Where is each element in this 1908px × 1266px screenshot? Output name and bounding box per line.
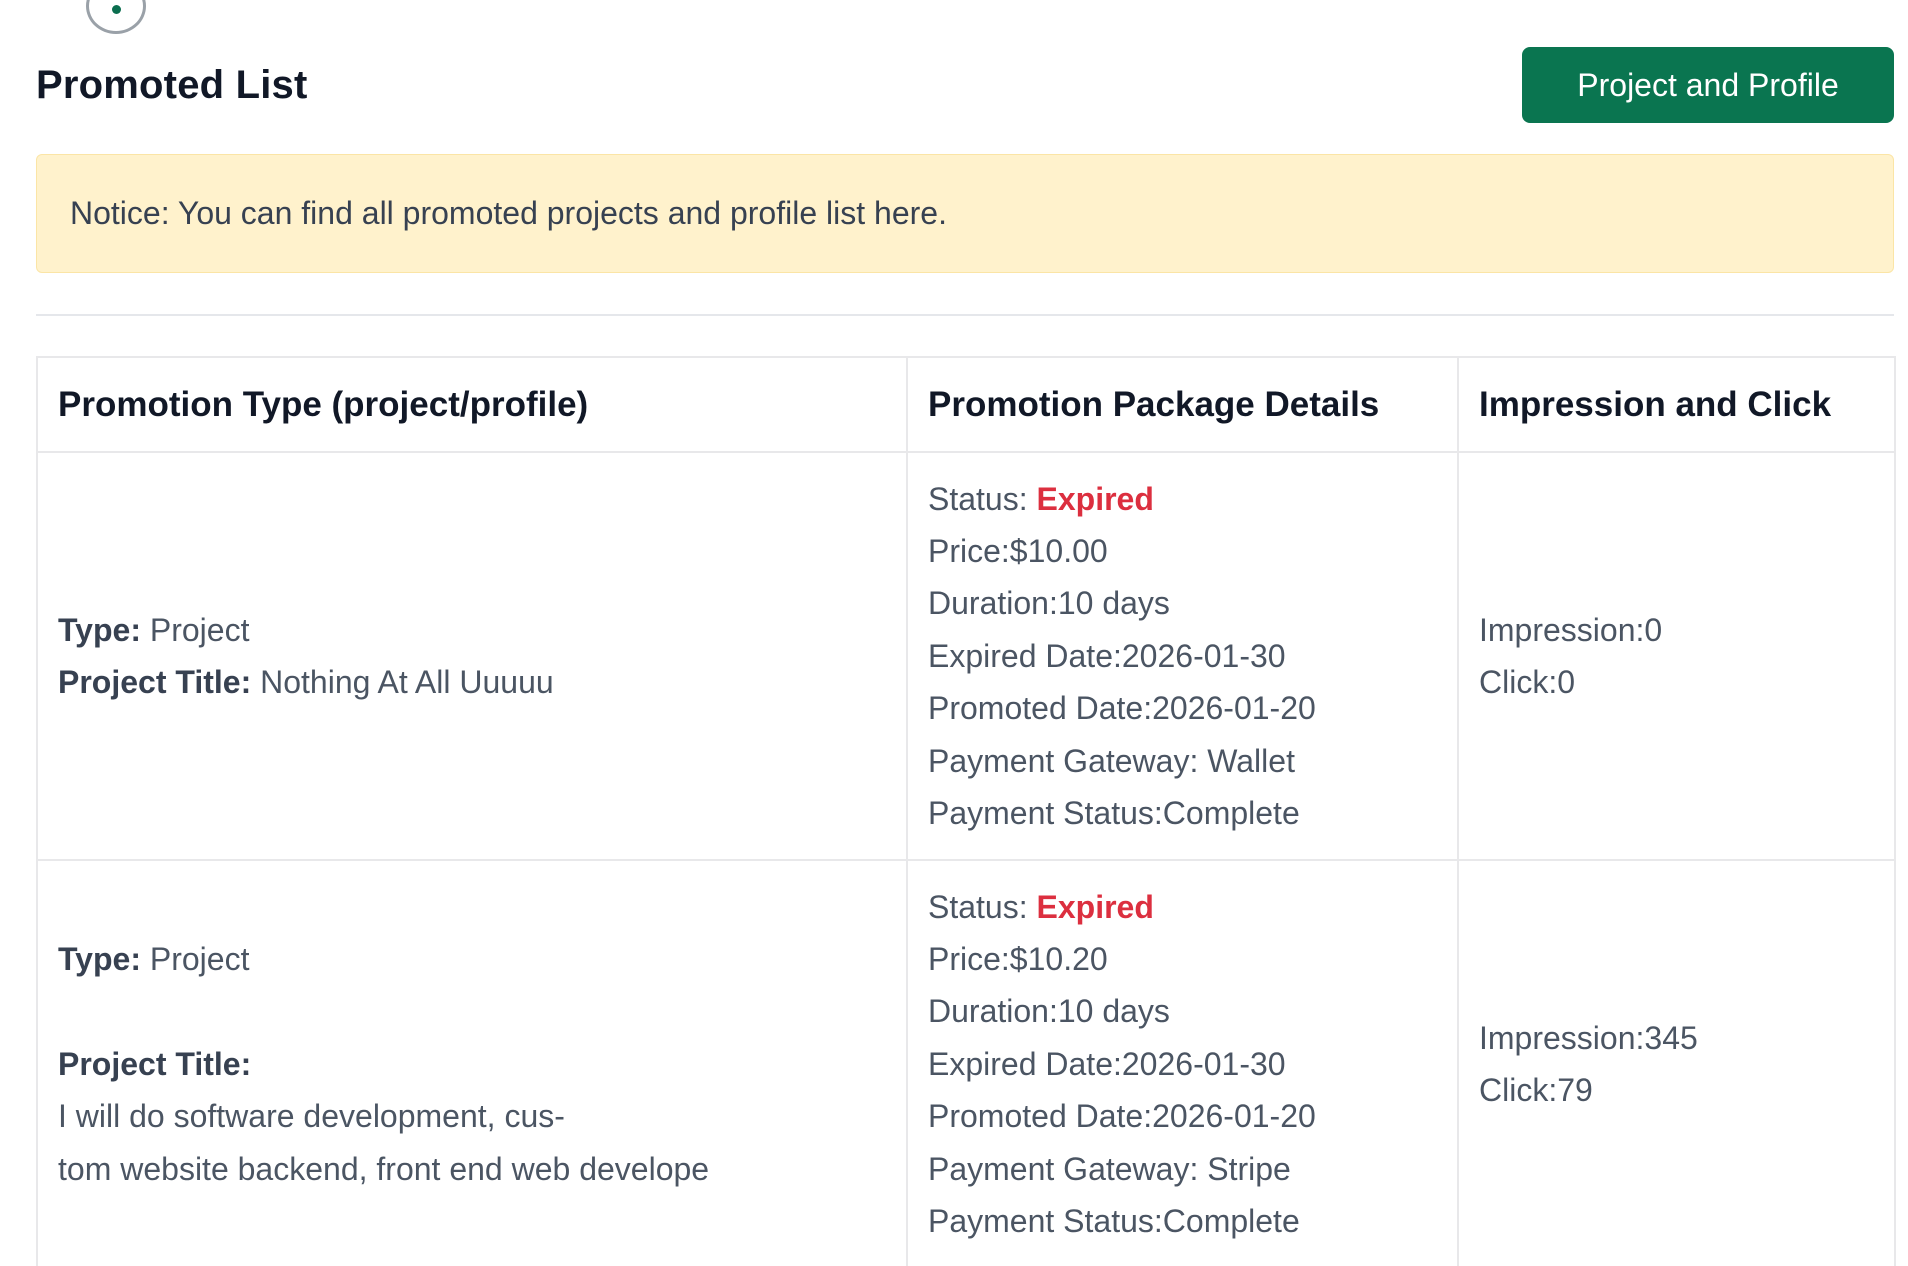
duration-text: Duration:10 days [928,585,1170,622]
type-line: Type: Project [58,604,886,656]
table-header-row: Promotion Type (project/profile) Promoti… [36,356,1896,453]
project-title-label: Project Title: [58,664,252,700]
promoted-date-text: Promoted Date:2026-01-20 [928,690,1316,727]
promoted-list-table: Promotion Type (project/profile) Promoti… [36,356,1896,1266]
impression-text: Impression:0 [1479,611,1663,648]
price-text: Price:$10.00 [928,532,1108,569]
price-text: Price:$10.20 [928,940,1108,977]
click-text: Click:0 [1479,664,1576,700]
status-label: Status: [928,480,1028,517]
notice-alert: Notice: You can find all promoted projec… [36,154,1894,273]
duration-text: Duration:10 days [928,993,1170,1030]
impression-click-cell: Impression:0 Click:0 [1457,451,1896,861]
status-line: Status: Expired [928,881,1437,933]
promotion-type-cell: Type: Project Project Title: I will do s… [36,859,908,1266]
column-header-package-details: Promotion Package Details [906,356,1459,453]
promoted-date-text: Promoted Date:2026-01-20 [928,1098,1316,1135]
click-text: Click:79 [1479,1072,1593,1108]
notice-text: Notice: You can find all promoted projec… [70,195,947,231]
expired-date-text: Expired Date:2026-01-30 [928,637,1286,674]
status-badge: Expired [1036,888,1154,925]
page-header: Promoted List Project and Profile [36,47,1894,123]
promoted-table-wrapper: Promotion Type (project/profile) Promoti… [36,356,1896,1266]
radio-indicator-icon[interactable] [86,0,146,34]
expired-date-text: Expired Date:2026-01-30 [928,1045,1286,1082]
column-header-promotion-type: Promotion Type (project/profile) [36,356,908,453]
package-details-cell: Status: Expired Price:$10.00 Duration:10… [906,451,1459,861]
package-details-cell: Status: Expired Price:$10.20 Duration:10… [906,859,1459,1266]
type-label: Type: [58,940,141,977]
project-title-line: Project Title: Nothing At All Uuuuu [58,656,886,708]
status-label: Status: [928,888,1028,925]
impression-text: Impression:345 [1479,1019,1698,1056]
project-title-value: I will do software development, cus- tom… [58,1098,710,1187]
radio-dot [112,5,121,14]
page: Promoted List Project and Profile Notice… [0,0,1908,1266]
promotion-type-cell: Type: Project Project Title: Nothing At … [36,451,908,861]
page-title: Promoted List [36,62,308,107]
project-title-label: Project Title: [58,1045,252,1082]
payment-gateway-text: Payment Gateway: Wallet [928,742,1295,779]
type-value: Project [149,611,250,648]
payment-status-text: Payment Status:Complete [928,1203,1300,1240]
table-row: Type: Project Project Title: I will do s… [36,859,1896,1266]
project-title-value: Nothing At All Uuuuu [260,664,554,700]
table-row: Type: Project Project Title: Nothing At … [36,451,1896,861]
project-title-line: Project Title: I will do software develo… [58,985,886,1195]
type-value: Project [149,940,250,977]
status-badge: Expired [1036,480,1154,517]
type-line: Type: Project [58,933,886,985]
column-header-impression-click: Impression and Click [1457,356,1896,453]
divider [36,314,1894,316]
payment-gateway-text: Payment Gateway: Stripe [928,1150,1291,1187]
type-label: Type: [58,611,141,648]
impression-click-cell: Impression:345 Click:79 [1457,859,1896,1266]
status-line: Status: Expired [928,473,1437,525]
payment-status-text: Payment Status:Complete [928,795,1300,832]
project-and-profile-button[interactable]: Project and Profile [1522,47,1894,123]
